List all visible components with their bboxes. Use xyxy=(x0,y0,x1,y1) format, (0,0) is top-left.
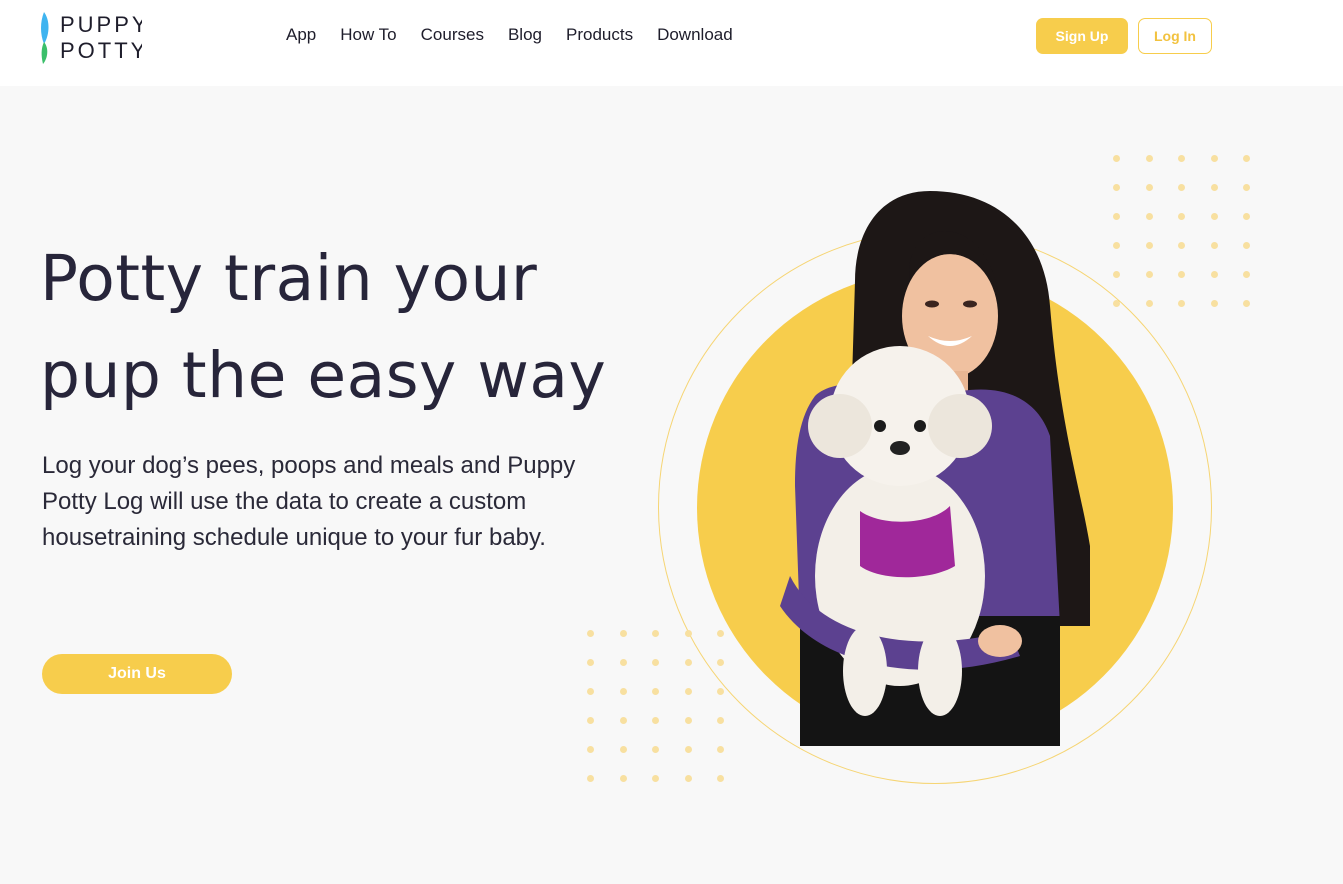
join-us-button[interactable]: Join Us xyxy=(42,654,232,694)
hero-section: Potty train your pup the easy way Log yo… xyxy=(0,86,1343,884)
sign-up-button[interactable]: Sign Up xyxy=(1036,18,1128,54)
nav-item-download[interactable]: Download xyxy=(657,24,733,46)
brand-wordmark: PUPPY POTTY xyxy=(60,12,142,64)
log-in-button[interactable]: Log In xyxy=(1138,18,1212,54)
nav-item-products[interactable]: Products xyxy=(566,24,633,46)
nav-item-courses[interactable]: Courses xyxy=(421,24,484,46)
nav-item-how-to[interactable]: How To xyxy=(340,24,396,46)
woman-holding-dog-image xyxy=(780,191,1090,746)
hero-description: Log your dog’s pees, poops and meals and… xyxy=(42,452,576,551)
brand-line-2: POTTY xyxy=(60,38,142,63)
brand-logo[interactable]: PUPPY POTTY xyxy=(40,12,142,66)
main-nav: App How To Courses Blog Products Downloa… xyxy=(286,24,733,46)
nav-item-app[interactable]: App xyxy=(286,24,316,46)
hero-headline: Potty train your pup the easy way xyxy=(40,242,607,412)
decorative-dot-grid-top xyxy=(1113,155,1250,307)
brand-line-1: PUPPY xyxy=(60,12,142,37)
decorative-dot-grid-bottom xyxy=(587,630,724,782)
nav-item-blog[interactable]: Blog xyxy=(508,24,542,46)
site-header: PUPPY POTTY App How To Courses Blog Prod… xyxy=(0,0,1343,86)
leaf-logo-icon xyxy=(41,12,49,64)
